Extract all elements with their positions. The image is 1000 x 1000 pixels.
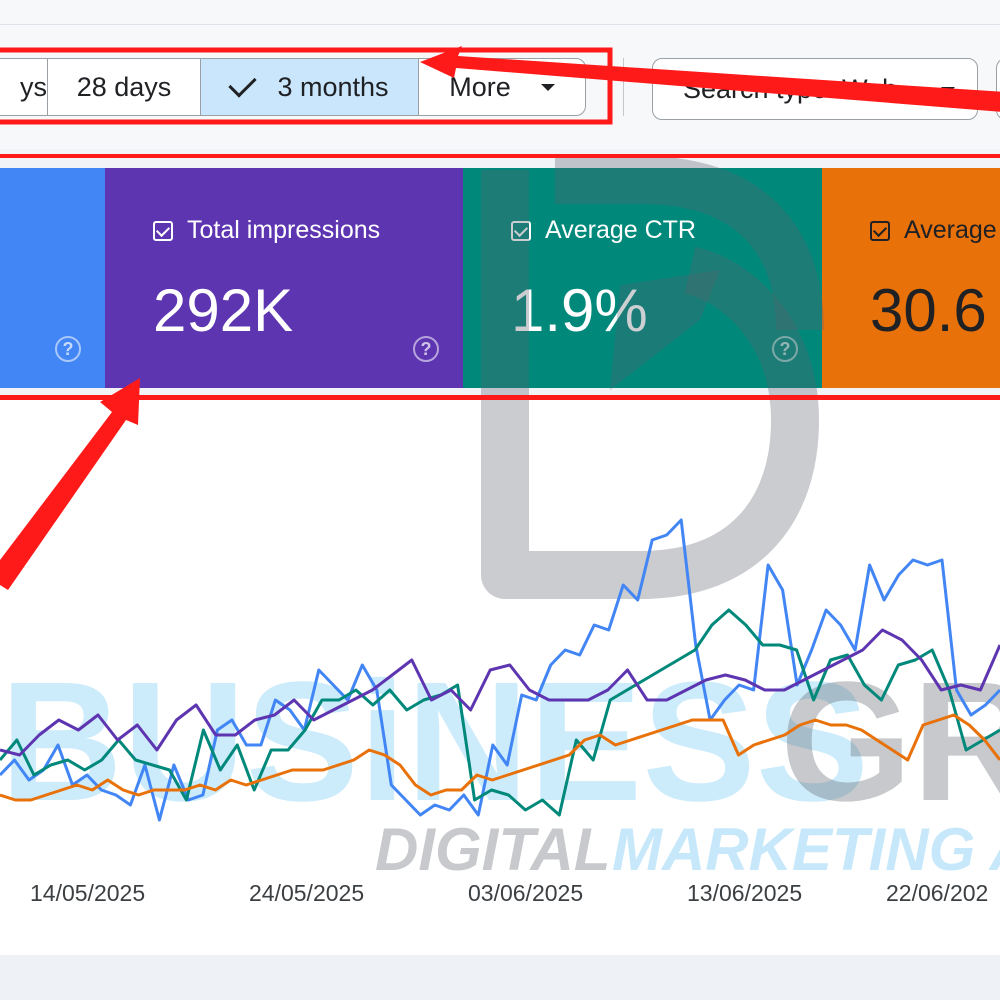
highlight-line-top <box>0 154 1000 158</box>
highlight-line-bottom <box>0 395 1000 400</box>
arrow-icon <box>420 46 1000 112</box>
annotation-overlay <box>0 46 1000 590</box>
arrow-icon <box>0 378 140 590</box>
